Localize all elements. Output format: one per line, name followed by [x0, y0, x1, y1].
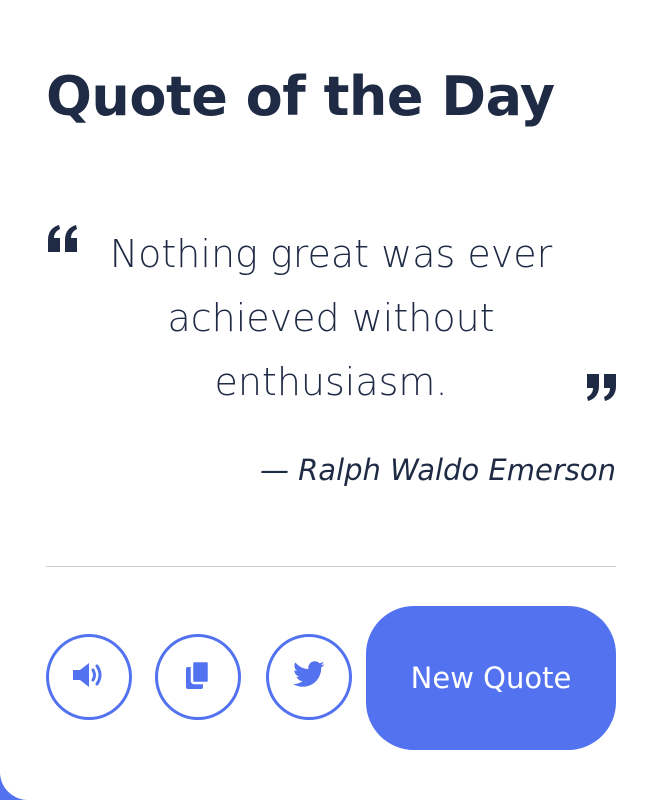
copy-button[interactable] — [155, 634, 241, 720]
quote-card: Quote of the Day Nothing great was ever … — [0, 0, 650, 800]
quote-text: Nothing great was ever achieved without … — [109, 232, 553, 404]
quote-right-icon — [584, 372, 618, 402]
quote-author: — Ralph Waldo Emerson — [259, 453, 616, 487]
new-quote-button[interactable]: New Quote — [366, 606, 616, 750]
quote-left-icon — [46, 224, 80, 254]
volume-icon — [71, 661, 107, 693]
quote-area: Nothing great was ever achieved without … — [46, 222, 618, 404]
tweet-button[interactable] — [266, 634, 352, 720]
page-title: Quote of the Day — [46, 65, 555, 128]
speech-button[interactable] — [46, 634, 132, 720]
divider — [46, 566, 616, 567]
twitter-icon — [292, 661, 326, 693]
copy-icon — [183, 659, 213, 695]
